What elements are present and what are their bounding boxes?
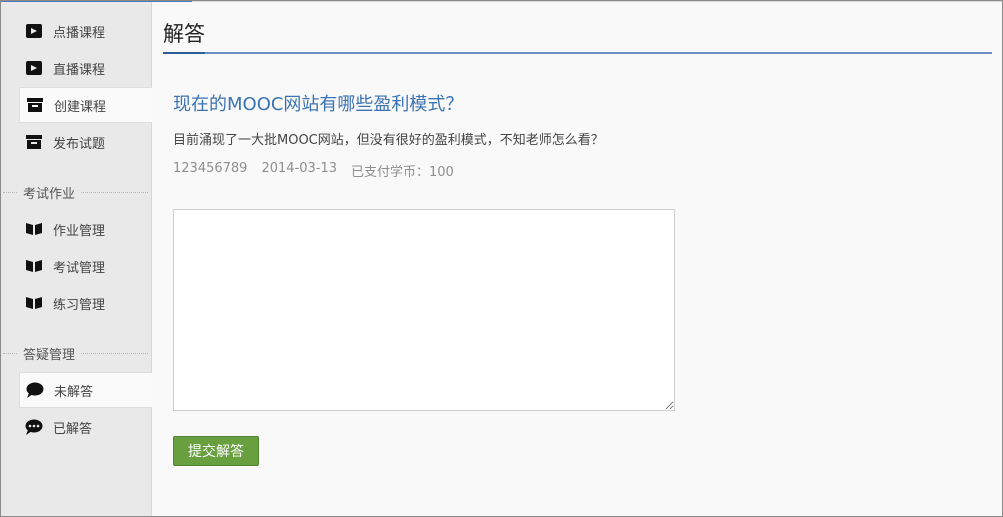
archive-box-icon	[25, 134, 43, 150]
sidebar-item-label: 点播课程	[53, 25, 106, 41]
main-content: 解答 现在的MOOC网站有哪些盈利模式？ 目前涌现了一大批MOOC网站，但没有很…	[152, 2, 1002, 516]
submit-answer-button[interactable]: 提交解答	[173, 436, 259, 466]
sidebar-item-create-course[interactable]: 创建课程	[19, 87, 154, 123]
section-label: 答疑管理	[23, 347, 76, 363]
archive-box-icon	[26, 97, 44, 113]
sidebar-item-ondemand-courses[interactable]: 点播课程	[19, 13, 153, 49]
sidebar-item-unanswered[interactable]: 未解答	[19, 372, 154, 408]
sidebar-item-publish-questions[interactable]: 发布试题	[19, 124, 153, 160]
sidebar: 点播课程 直播课程 创建课程 发布试题 考试作业 作业管理 考试管理 练习管理 …	[1, 2, 154, 516]
page-title: 解答	[163, 22, 205, 46]
sidebar-item-label: 直播课程	[53, 62, 106, 78]
sidebar-item-label: 未解答	[54, 384, 94, 400]
sidebar-item-label: 发布试题	[53, 136, 106, 152]
question-paid-coins: 已支付学币：100	[351, 165, 454, 180]
section-qa-management: 答疑管理	[1, 343, 152, 363]
open-book-icon	[25, 221, 43, 237]
sidebar-item-homework-management[interactable]: 作业管理	[19, 211, 153, 247]
section-exams-homework: 考试作业	[1, 182, 152, 202]
question-user: 123456789	[173, 161, 248, 176]
sidebar-item-label: 练习管理	[53, 297, 106, 313]
speech-bubble-dots-icon	[25, 419, 43, 435]
sidebar-item-live-courses[interactable]: 直播课程	[19, 50, 153, 86]
question-body: 目前涌现了一大批MOOC网站，但没有很好的盈利模式，不知老师怎么看？	[173, 133, 604, 148]
question-meta: 123456789 2014-03-13 已支付学币：100	[173, 161, 454, 180]
open-book-icon	[25, 258, 43, 274]
title-divider	[163, 52, 992, 54]
sidebar-item-label: 作业管理	[53, 223, 106, 239]
question-date: 2014-03-13	[261, 161, 338, 176]
section-label: 考试作业	[23, 186, 76, 202]
open-book-icon	[25, 295, 43, 311]
sidebar-item-label: 已解答	[53, 421, 93, 437]
sidebar-item-label: 考试管理	[53, 260, 106, 276]
answer-textarea[interactable]	[173, 209, 675, 411]
sidebar-item-practice-management[interactable]: 练习管理	[19, 285, 153, 321]
sidebar-item-answered[interactable]: 已解答	[19, 409, 153, 445]
video-camera-icon	[25, 23, 43, 39]
sidebar-item-label: 创建课程	[54, 99, 107, 115]
question-title[interactable]: 现在的MOOC网站有哪些盈利模式？	[173, 90, 463, 116]
speech-bubble-icon	[26, 382, 44, 398]
sidebar-item-exam-management[interactable]: 考试管理	[19, 248, 153, 284]
video-camera-icon	[25, 60, 43, 76]
